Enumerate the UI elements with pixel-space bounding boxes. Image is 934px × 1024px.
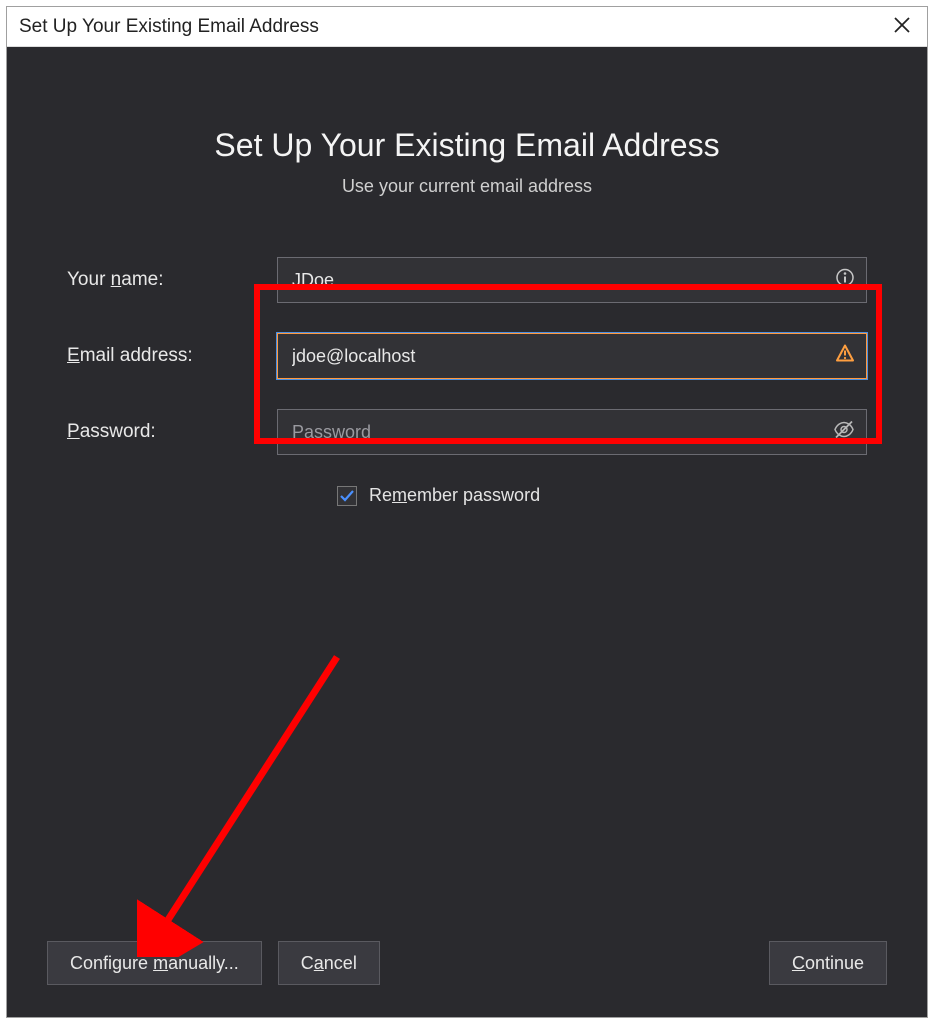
name-label: Your name: <box>67 269 277 291</box>
page-subheading: Use your current email address <box>7 176 927 197</box>
window-title: Set Up Your Existing Email Address <box>19 16 319 38</box>
remember-label: Remember password <box>369 485 540 506</box>
warning-icon <box>835 344 855 369</box>
cancel-button[interactable]: Cancel <box>278 941 380 985</box>
close-icon <box>893 16 911 34</box>
continue-button[interactable]: Continue <box>769 941 887 985</box>
info-icon[interactable] <box>835 268 855 293</box>
password-row: Password: <box>67 409 867 455</box>
setup-form: Your name: Email address: <box>7 257 927 506</box>
remember-checkbox[interactable] <box>337 486 357 506</box>
remember-row: Remember password <box>337 485 867 506</box>
titlebar: Set Up Your Existing Email Address <box>7 7 927 47</box>
email-row: Email address: <box>67 333 867 379</box>
button-bar: Configure manually... Cancel Continue <box>47 941 887 985</box>
configure-manually-button[interactable]: Configure manually... <box>47 941 262 985</box>
annotation-arrow <box>137 637 357 957</box>
check-icon <box>339 488 355 504</box>
page-heading: Set Up Your Existing Email Address <box>7 127 927 164</box>
close-button[interactable] <box>889 12 915 41</box>
password-input[interactable] <box>277 409 867 455</box>
eye-off-icon[interactable] <box>833 419 855 446</box>
password-label: Password: <box>67 421 277 443</box>
dialog-window: Set Up Your Existing Email Address Set U… <box>6 6 928 1018</box>
email-label: Email address: <box>67 345 277 367</box>
email-input-wrap <box>277 333 867 379</box>
name-row: Your name: <box>67 257 867 303</box>
dialog-content: Set Up Your Existing Email Address Use y… <box>7 47 927 1017</box>
name-input-wrap <box>277 257 867 303</box>
email-input[interactable] <box>277 333 867 379</box>
name-input[interactable] <box>277 257 867 303</box>
password-input-wrap <box>277 409 867 455</box>
